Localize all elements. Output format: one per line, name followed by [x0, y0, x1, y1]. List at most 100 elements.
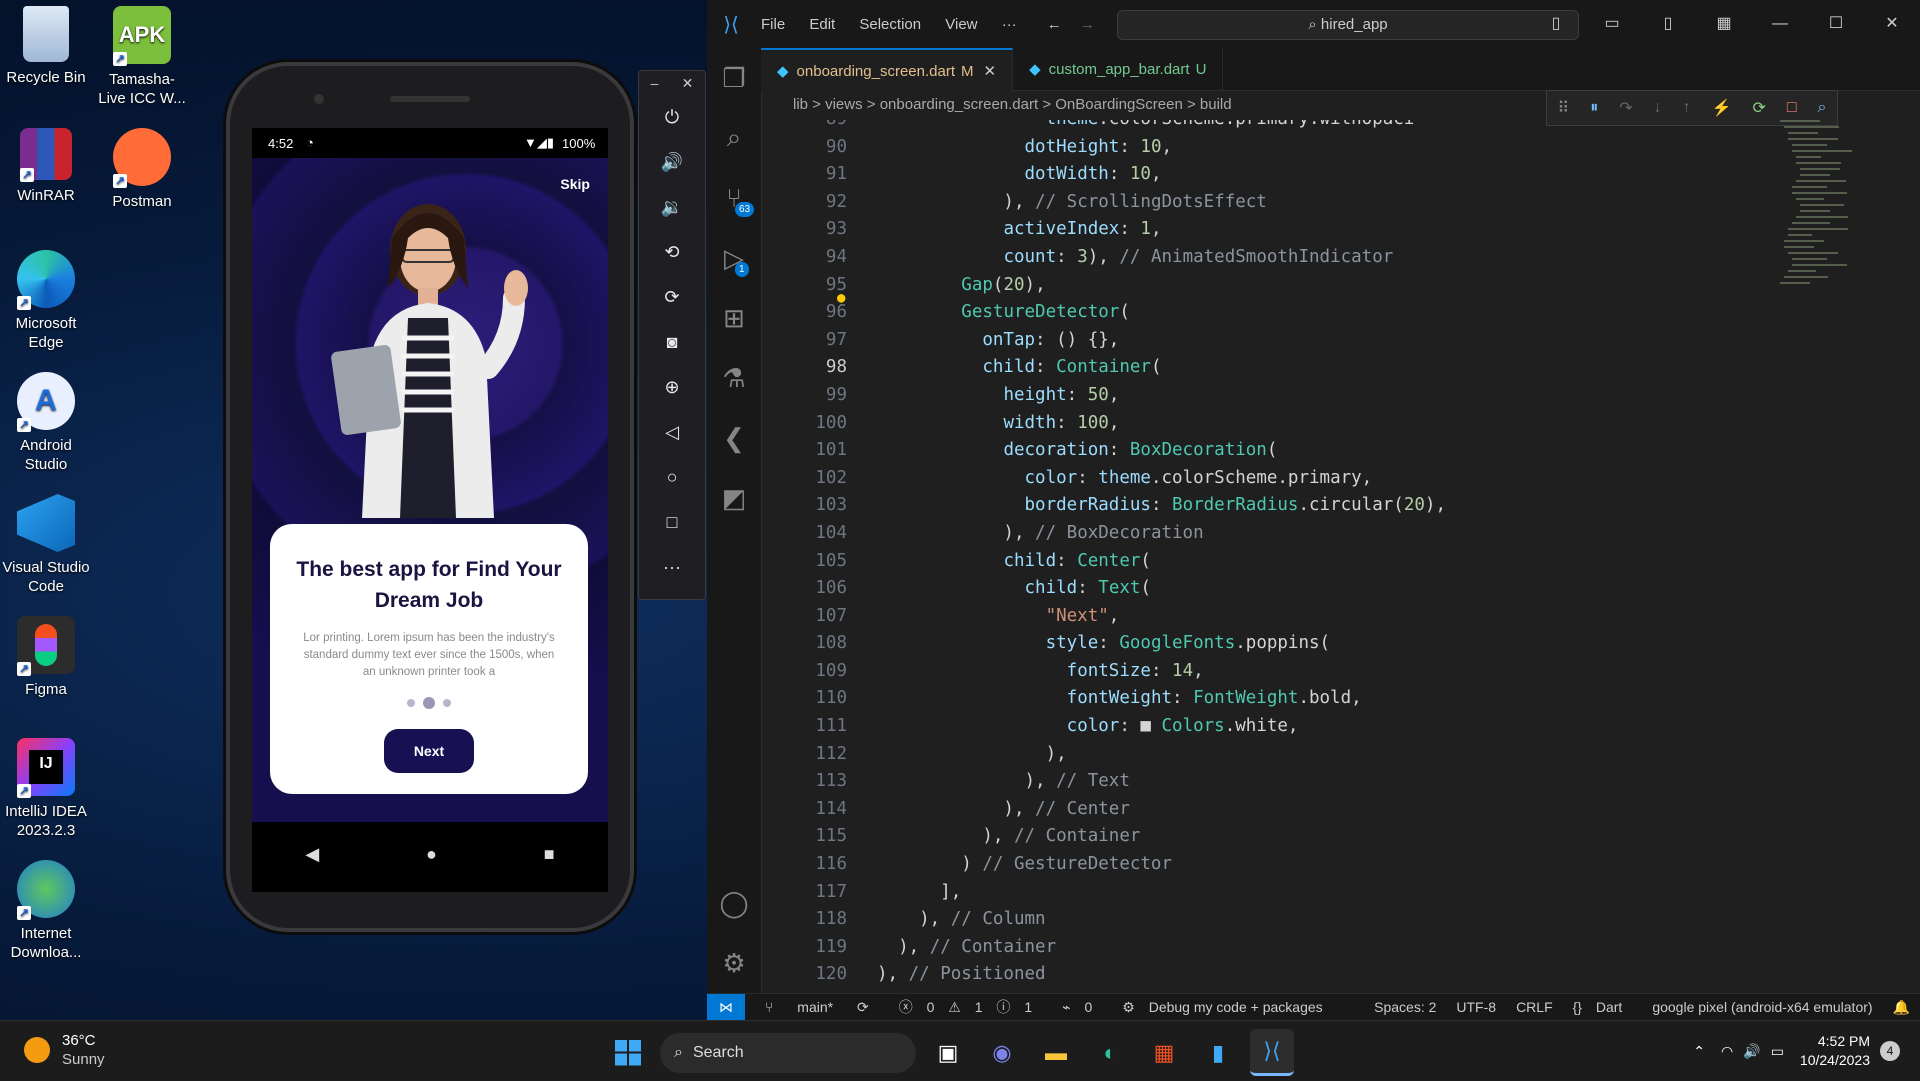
problems-status[interactable]: ⓧ 0 ⚠ 1 ⓘ 1	[899, 994, 1042, 1021]
code-line[interactable]: 96 GestureDetector(	[761, 299, 1861, 327]
menu-file[interactable]: File	[761, 16, 785, 33]
clock[interactable]: 4:52 PM 10/24/2023	[1800, 1032, 1870, 1070]
desktop-icon-winrar[interactable]: ↗ WinRAR	[0, 128, 92, 205]
start-windows-icon[interactable]	[606, 1031, 650, 1075]
rotate-right-icon[interactable]: ⟳	[639, 275, 705, 320]
desktop-icon-vscode[interactable]: ↗ Visual Studio Code	[0, 494, 92, 596]
search-icon[interactable]: ⌕	[707, 108, 761, 168]
code-line[interactable]: 97 onTap: () {},	[761, 327, 1861, 355]
code-line[interactable]: 114 ), // Center	[761, 796, 1861, 824]
eol-status[interactable]: CRLF	[1516, 994, 1553, 1021]
command-center-search[interactable]: ⌕ hired_app	[1117, 10, 1579, 40]
file-explorer-icon[interactable]: ▬	[1034, 1031, 1078, 1075]
step-out-icon[interactable]: ↑	[1683, 99, 1691, 117]
code-editor[interactable]: 89 theme.colorScheme.primary.withOpaci90…	[761, 120, 1861, 993]
desktop-icon-idm[interactable]: ↗ Internet Downloa...	[0, 860, 92, 962]
toggle-panel-icon[interactable]: ▭	[1584, 0, 1640, 48]
vscode-taskbar-icon[interactable]: ⟩⟨	[1250, 1029, 1294, 1076]
pause-icon[interactable]: ⏸	[1590, 99, 1598, 117]
rotate-left-icon[interactable]: ⟲	[639, 230, 705, 275]
desktop-icon-tamasha[interactable]: APK ↗ Tamasha-Live ICC W...	[96, 6, 188, 108]
power-icon[interactable]: ⏻	[639, 95, 705, 140]
camera-icon[interactable]: ◙	[639, 320, 705, 365]
desktop-icon-edge[interactable]: ↗ Microsoft Edge	[0, 250, 92, 352]
code-line[interactable]: 105 child: Center(	[761, 548, 1861, 576]
maximize-icon[interactable]: ☐	[1808, 0, 1864, 48]
tab-custom-app-bar[interactable]: ◆ custom_app_bar.dart U	[1013, 48, 1224, 90]
next-button[interactable]: Next	[384, 729, 474, 773]
branch-status[interactable]: ⑂ main* ⟳	[755, 994, 879, 1021]
layout-icon[interactable]: ▦	[1696, 0, 1752, 48]
code-line[interactable]: 109 fontSize: 14,	[761, 658, 1861, 686]
code-line[interactable]: 116 ) // GestureDetector	[761, 851, 1861, 879]
remote-icon[interactable]: ⋈	[707, 994, 745, 1021]
flutter-icon[interactable]: ❮	[707, 408, 761, 468]
overview-icon[interactable]: □	[639, 500, 705, 545]
code-line[interactable]: 90 dotHeight: 10,	[761, 134, 1861, 162]
code-line[interactable]: 100 width: 100,	[761, 410, 1861, 438]
lightbulb-icon[interactable]: ●	[837, 290, 845, 306]
edge-icon[interactable]: ◐	[1088, 1031, 1132, 1075]
indentation-status[interactable]: Spaces: 2	[1374, 994, 1436, 1021]
back-icon[interactable]: ◀	[305, 844, 319, 865]
devtools-icon[interactable]: ⌕	[1818, 99, 1827, 117]
stop-icon[interactable]: □	[1787, 99, 1797, 117]
volume-icon[interactable]: 🔊	[1743, 1043, 1760, 1060]
code-line[interactable]: 107 "Next",	[761, 603, 1861, 631]
code-line[interactable]: 98 child: Container(	[761, 354, 1861, 382]
zoom-icon[interactable]: ⊕	[639, 365, 705, 410]
run-debug-icon[interactable]: ▷ 1	[707, 228, 761, 288]
hot-reload-icon[interactable]: ⚡	[1712, 98, 1732, 118]
notification-count-badge[interactable]: 4	[1880, 1041, 1900, 1061]
code-line[interactable]: 108 style: GoogleFonts.poppins(	[761, 630, 1861, 658]
home-icon[interactable]: ○	[639, 455, 705, 500]
close-tab-icon[interactable]: ✕	[984, 62, 997, 80]
extensions-icon[interactable]: ⊞	[707, 288, 761, 348]
code-line[interactable]: 117 ],	[761, 879, 1861, 907]
code-line[interactable]: 110 fontWeight: FontWeight.bold,	[761, 685, 1861, 713]
taskbar-search[interactable]: ⌕ Search	[660, 1032, 916, 1073]
code-line[interactable]: 93 activeIndex: 1,	[761, 216, 1861, 244]
code-line[interactable]: 94 count: 3), // AnimatedSmoothIndicator	[761, 244, 1861, 272]
code-line[interactable]: 113 ), // Text	[761, 768, 1861, 796]
accounts-icon[interactable]: ◯	[707, 873, 761, 933]
encoding-status[interactable]: UTF-8	[1456, 994, 1496, 1021]
weather-widget[interactable]: 36°C Sunny	[24, 1031, 105, 1069]
tab-onboarding-screen[interactable]: ◆ onboarding_screen.dart M ✕	[761, 48, 1014, 92]
code-line[interactable]: 112 ),	[761, 741, 1861, 769]
wifi-icon[interactable]: ◠	[1721, 1043, 1733, 1060]
device-status[interactable]: google pixel (android-x64 emulator)	[1652, 994, 1872, 1021]
code-line[interactable]: 95 Gap(20),	[761, 272, 1861, 300]
more-icon[interactable]: ···	[639, 545, 705, 590]
close-icon[interactable]: ✕	[682, 75, 694, 92]
code-line[interactable]: 101 decoration: BoxDecoration(	[761, 437, 1861, 465]
volume-up-icon[interactable]: 🔊	[639, 140, 705, 185]
teams-meet-icon[interactable]: ◉	[980, 1031, 1024, 1075]
code-line[interactable]: 115 ), // Container	[761, 823, 1861, 851]
desktop-icon-android-studio[interactable]: A ↗ Android Studio	[0, 372, 92, 474]
minimize-icon[interactable]: –	[651, 75, 659, 91]
code-line[interactable]: 118 ), // Column	[761, 906, 1861, 934]
app-phone-icon[interactable]: ▮	[1196, 1031, 1240, 1075]
ports-status[interactable]: ⌁ 0	[1062, 994, 1102, 1021]
microsoft-store-icon[interactable]: ▦	[1142, 1031, 1186, 1075]
debug-status[interactable]: ⚙ Debug my code + packages	[1122, 994, 1332, 1021]
editor-scrollbar[interactable]	[1906, 120, 1918, 990]
desktop-icon-figma[interactable]: ↗ Figma	[0, 616, 92, 699]
task-view-icon[interactable]: ▣	[926, 1031, 970, 1075]
toggle-sidebar-icon[interactable]: ▯	[1528, 0, 1584, 48]
back-icon[interactable]: ◁	[639, 410, 705, 455]
restart-icon[interactable]: ⟳	[1752, 98, 1765, 118]
code-line[interactable]: 104 ), // BoxDecoration	[761, 520, 1861, 548]
minimap[interactable]	[1780, 120, 1870, 370]
minimize-icon[interactable]: —	[1752, 0, 1808, 48]
step-into-icon[interactable]: ↓	[1654, 99, 1662, 117]
code-line[interactable]: 92 ), // ScrollingDotsEffect	[761, 189, 1861, 217]
close-icon[interactable]: ✕	[1864, 0, 1920, 48]
battery-icon[interactable]: ▭	[1771, 1043, 1784, 1060]
desktop-icon-recycle-bin[interactable]: Recycle Bin	[0, 6, 92, 87]
code-line[interactable]: 89 theme.colorScheme.primary.withOpaci	[761, 120, 1861, 134]
code-line[interactable]: 119 ), // Container	[761, 934, 1861, 962]
code-line[interactable]: 103 borderRadius: BorderRadius.circular(…	[761, 492, 1861, 520]
explorer-icon[interactable]: ❐	[707, 48, 761, 108]
